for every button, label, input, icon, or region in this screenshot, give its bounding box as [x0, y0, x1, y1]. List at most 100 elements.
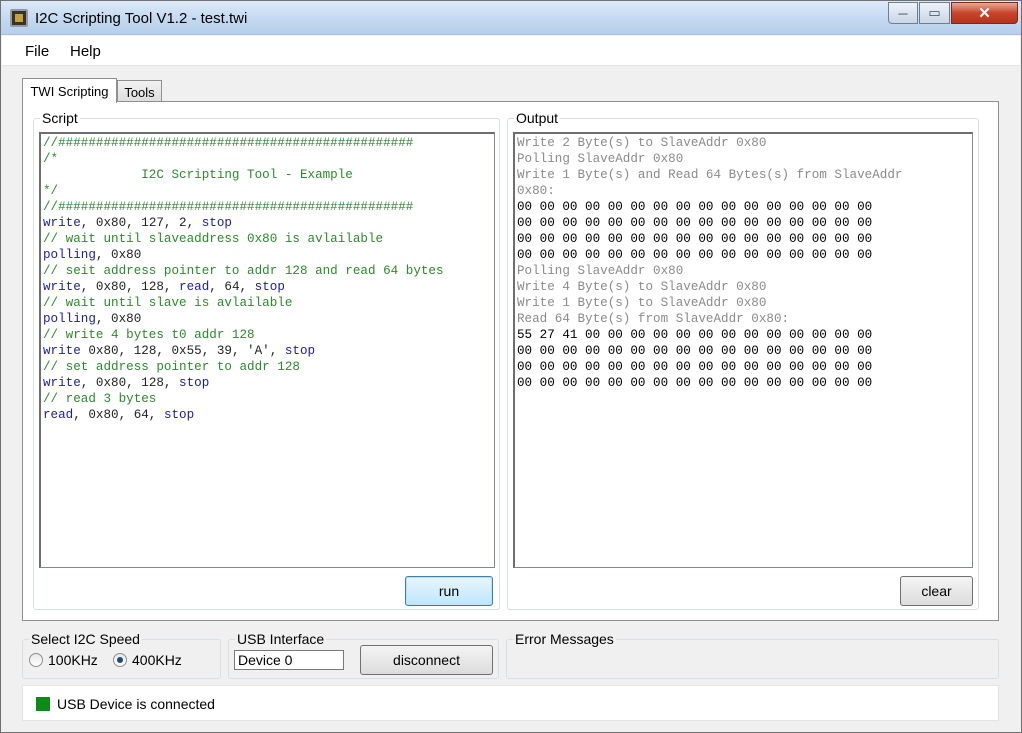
script-line: // set address pointer to addr 128 — [43, 359, 492, 375]
title-bar[interactable]: I2C Scripting Tool V1.2 - test.twi ─ ▭ ✕ — [1, 1, 1021, 35]
menu-help[interactable]: Help — [70, 43, 101, 60]
output-line-segment: Polling SlaveAddr 0x80 — [517, 264, 684, 278]
script-label: Script — [40, 110, 80, 126]
script-line: /* — [43, 151, 492, 167]
output-line: 00 00 00 00 00 00 00 00 00 00 00 00 00 0… — [517, 359, 970, 375]
usb-interface-label: USB Interface — [235, 631, 327, 647]
close-button[interactable]: ✕ — [951, 2, 1018, 24]
device-field[interactable] — [234, 650, 344, 670]
output-label: Output — [514, 110, 561, 126]
script-line-segment: // wait until slaveaddress 0x80 is avlai… — [43, 232, 384, 246]
output-line-segment: Write 1 Byte(s) and Read 64 Bytes(s) fro… — [517, 168, 903, 182]
script-line-segment: // seit address pointer to addr 128 and … — [43, 264, 444, 278]
close-icon: ✕ — [978, 5, 991, 22]
script-line-segment: stop — [254, 280, 285, 294]
script-line: write, 0x80, 127, 2, stop — [43, 215, 492, 231]
script-line: // read 3 bytes — [43, 391, 492, 407]
script-editor[interactable]: //######################################… — [39, 132, 495, 568]
i2c-speed-label: Select I2C Speed — [29, 631, 142, 647]
script-line: write 0x80, 128, 0x55, 39, 'A', stop — [43, 343, 492, 359]
output-line-segment: 00 00 00 00 00 00 00 00 00 00 00 00 00 0… — [517, 376, 873, 390]
script-line: */ — [43, 183, 492, 199]
output-line: Polling SlaveAddr 0x80 — [517, 263, 970, 279]
usb-interface-group: USB Interface disconnect — [228, 631, 499, 679]
output-line: Write 1 Byte(s) and Read 64 Bytes(s) fro… — [517, 167, 970, 183]
error-messages-group: Error Messages — [506, 631, 999, 679]
script-line: // seit address pointer to addr 128 and … — [43, 263, 492, 279]
script-line-segment: // read 3 bytes — [43, 392, 157, 406]
script-line-segment: stop — [201, 216, 232, 230]
clear-button[interactable]: clear — [900, 576, 973, 606]
script-line: I2C Scripting Tool - Example — [43, 167, 492, 183]
script-line-segment: write — [43, 376, 81, 390]
maximize-icon: ▭ — [928, 5, 941, 20]
script-line: write, 0x80, 128, stop — [43, 375, 492, 391]
run-button[interactable]: run — [405, 576, 493, 606]
output-line: 55 27 41 00 00 00 00 00 00 00 00 00 00 0… — [517, 327, 970, 343]
script-line-segment: read — [43, 408, 74, 422]
script-line-segment: , 0x80, 128, — [80, 280, 180, 294]
output-line-segment: 00 00 00 00 00 00 00 00 00 00 00 00 00 0… — [517, 200, 873, 214]
script-line: polling, 0x80 — [43, 311, 492, 327]
script-group: Script //###############################… — [33, 110, 500, 610]
status-bar: USB Device is connected — [22, 685, 999, 721]
script-line: // write 4 bytes t0 addr 128 — [43, 327, 492, 343]
output-line: 00 00 00 00 00 00 00 00 00 00 00 00 00 0… — [517, 375, 970, 391]
radio-100khz-indicator[interactable] — [29, 653, 43, 667]
tab-twi-scripting[interactable]: TWI Scripting — [22, 78, 117, 103]
script-line-segment: stop — [179, 376, 210, 390]
script-line-segment: write — [43, 216, 81, 230]
tab-tools[interactable]: Tools — [117, 80, 162, 103]
script-line-segment: , 0x80 — [95, 248, 142, 262]
output-log[interactable]: Write 2 Byte(s) to SlaveAddr 0x80 Polling… — [513, 132, 973, 568]
i2c-speed-group: Select I2C Speed 100KHz 400KHz — [22, 631, 221, 679]
script-line-segment: , 0x80 — [95, 312, 142, 326]
script-line-segment: polling — [43, 312, 96, 326]
output-line: 00 00 00 00 00 00 00 00 00 00 00 00 00 0… — [517, 199, 970, 215]
script-line-segment: read — [179, 280, 210, 294]
output-line: Write 4 Byte(s) to SlaveAddr 0x80 — [517, 279, 970, 295]
script-line: polling, 0x80 — [43, 247, 492, 263]
window-title: I2C Scripting Tool V1.2 - test.twi — [35, 10, 248, 27]
output-line-segment: Read 64 Byte(s) from SlaveAddr 0x80: — [517, 312, 790, 326]
radio-400khz[interactable]: 400KHz — [113, 652, 182, 668]
output-line: 00 00 00 00 00 00 00 00 00 00 00 00 00 0… — [517, 215, 970, 231]
output-line: 00 00 00 00 00 00 00 00 00 00 00 00 00 0… — [517, 231, 970, 247]
script-line-segment: // write 4 bytes t0 addr 128 — [43, 328, 255, 342]
minimize-icon: ─ — [898, 5, 908, 21]
disconnect-button[interactable]: disconnect — [360, 645, 493, 675]
output-line-segment: 0x80: — [517, 184, 555, 198]
script-line: // wait until slave is avlailable — [43, 295, 492, 311]
menu-bar: File Help — [2, 36, 1020, 66]
output-group: Output Write 2 Byte(s) to SlaveAddr 0x80… — [507, 110, 979, 610]
script-line-segment: , 0x80, 64, — [73, 408, 164, 422]
maximize-button[interactable]: ▭ — [919, 2, 950, 24]
script-line-segment: , 0x80, 128, — [80, 376, 180, 390]
output-line-segment: 00 00 00 00 00 00 00 00 00 00 00 00 00 0… — [517, 232, 873, 246]
script-line-segment: stop — [163, 408, 195, 422]
error-messages-label: Error Messages — [513, 631, 616, 647]
output-line-segment: Write 2 Byte(s) to SlaveAddr 0x80 — [517, 136, 767, 150]
script-line: // wait until slaveaddress 0x80 is avlai… — [43, 231, 492, 247]
script-line: //######################################… — [43, 135, 492, 151]
script-line-segment: // wait until slave is avlailable — [43, 296, 293, 310]
script-line-segment: polling — [43, 248, 96, 262]
chip-icon — [10, 9, 28, 27]
radio-100khz[interactable]: 100KHz — [29, 652, 98, 668]
app-window: I2C Scripting Tool V1.2 - test.twi ─ ▭ ✕… — [0, 0, 1022, 733]
script-line-segment: */ — [43, 184, 59, 198]
minimize-button[interactable]: ─ — [888, 2, 918, 24]
script-line-segment: //######################################… — [43, 136, 414, 150]
script-line-segment: //######################################… — [43, 200, 414, 214]
script-line-segment: I2C Scripting Tool - Example — [43, 168, 353, 182]
menu-file[interactable]: File — [25, 43, 49, 60]
radio-100khz-label: 100KHz — [48, 652, 98, 668]
script-line-segment: , 64, — [209, 280, 255, 294]
script-line: write, 0x80, 128, read, 64, stop — [43, 279, 492, 295]
output-line: 00 00 00 00 00 00 00 00 00 00 00 00 00 0… — [517, 247, 970, 263]
output-line: 00 00 00 00 00 00 00 00 00 00 00 00 00 0… — [517, 343, 970, 359]
tab-panel: Script //###############################… — [22, 101, 999, 621]
status-text: USB Device is connected — [57, 696, 215, 712]
output-line: Polling SlaveAddr 0x80 — [517, 151, 970, 167]
radio-400khz-indicator[interactable] — [113, 653, 127, 667]
